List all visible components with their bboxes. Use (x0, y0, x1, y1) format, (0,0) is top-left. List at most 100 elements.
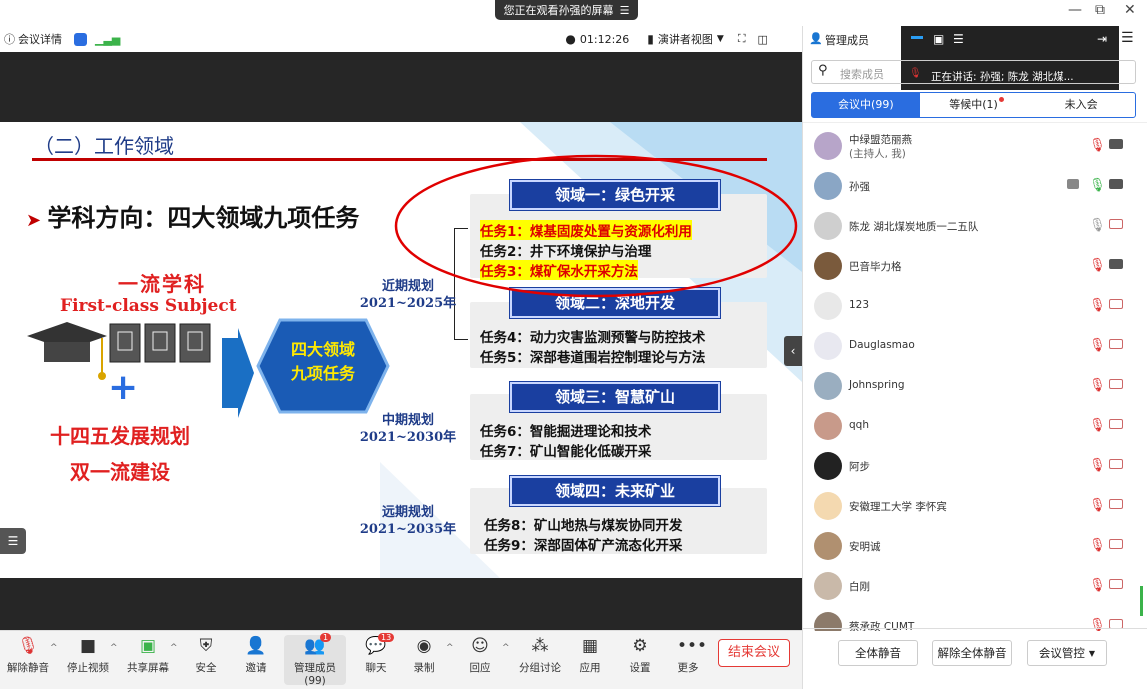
avatar (814, 292, 842, 320)
camera-off-icon[interactable] (1109, 379, 1123, 389)
manage-members-button[interactable]: 👥 管理成员(99) (284, 635, 346, 687)
chevron-up-icon[interactable]: ^ (170, 643, 178, 653)
window-icon[interactable]: ▣ (933, 32, 944, 46)
video-icon: ■ (79, 636, 97, 656)
chevron-down-icon[interactable]: ▼ (717, 34, 724, 44)
restore-button[interactable]: ⧉ (1095, 2, 1105, 18)
meeting-control-button[interactable]: 会议管控 ▼ (1027, 640, 1107, 666)
mic-muted-icon[interactable]: 🎙 (1089, 458, 1106, 473)
waiting-dot (998, 97, 1004, 102)
member-name: 中绿盟范丽燕 (849, 134, 912, 146)
mic-muted-icon[interactable]: 🎙 (1089, 378, 1106, 393)
mic-muted-icon[interactable]: 🎙 (1089, 138, 1106, 153)
tab-not-joined[interactable]: 未入会 (1027, 93, 1135, 117)
mute-all-button[interactable]: 全体静音 (838, 640, 918, 666)
signal-icon[interactable]: ▁▃▅ (95, 33, 120, 46)
member-row[interactable]: qqh 🎙 (803, 406, 1138, 446)
search-placeholder: 搜索成员 (840, 68, 884, 81)
member-row[interactable]: 巴音毕力格 🎙 (803, 246, 1138, 286)
breakout-button[interactable]: ⁂ 分组讨论 (512, 635, 568, 675)
breakout-icon: ⁂ (531, 636, 549, 656)
camera-off-icon[interactable] (1109, 219, 1123, 229)
mic-muted-icon[interactable]: 🎙 (1089, 618, 1106, 631)
menu-icon[interactable]: ☰ (620, 4, 630, 17)
mic-icon[interactable]: 🎙 (1089, 178, 1106, 193)
view-selector[interactable]: 演讲者视图 (658, 31, 713, 47)
chevron-up-icon[interactable]: ^ (502, 643, 510, 653)
divider (803, 628, 1147, 629)
camera-icon[interactable] (1109, 259, 1123, 269)
camera-off-icon[interactable] (1109, 499, 1123, 509)
chevron-up-icon[interactable]: ^ (50, 643, 58, 653)
member-row[interactable]: 安明诚 🎙 (803, 526, 1138, 566)
mic-muted-icon[interactable]: 🎙 (1089, 338, 1106, 353)
member-search-input[interactable]: ⚲ 搜索成员 (811, 60, 1136, 84)
member-row[interactable]: 白刚 🎙 (803, 566, 1138, 606)
scrollbar[interactable] (1140, 586, 1143, 616)
camera-off-icon[interactable] (1109, 339, 1123, 349)
member-row[interactable]: 123 🎙 (803, 286, 1138, 326)
sidebar-toggle-icon[interactable]: ◫ (758, 33, 768, 46)
stop-video-button[interactable]: ■ 停止视频 (60, 635, 116, 675)
collapse-arrow-icon[interactable]: ‹ (784, 336, 802, 366)
camera-off-icon[interactable] (1109, 419, 1123, 429)
unmute-button[interactable]: 🎙 解除静音 (0, 635, 56, 675)
avatar (814, 372, 842, 400)
camera-icon[interactable] (1109, 179, 1123, 189)
member-row[interactable]: 安徽理工大学 李怀宾 🎙 (803, 486, 1138, 526)
record-button[interactable]: ◉ 录制 (396, 635, 452, 675)
mic-muted-icon[interactable]: 🎙 (1089, 418, 1106, 433)
mic-icon[interactable]: 🎙 (1089, 218, 1106, 233)
list-toggle-icon[interactable]: ☰ (0, 528, 26, 554)
member-name: Johnspring (849, 379, 905, 391)
member-row[interactable]: 陈龙 湖北煤炭地质一二五队 🎙 (803, 206, 1138, 246)
speaker-view-icon: ▮ (647, 32, 654, 46)
shield-check-icon[interactable] (74, 32, 87, 46)
tab-waiting[interactable]: 等候中(1) (920, 93, 1028, 117)
divider (803, 122, 1147, 123)
meeting-top-toolbar: ⓘ 会议详情 ▁▃▅ ● 01:12:26 ▮ 演讲者视图 ▼ ⛶ ◫ (0, 26, 802, 52)
mic-muted-icon[interactable]: 🎙 (1089, 298, 1106, 313)
shield-icon: ⛨ (199, 636, 213, 656)
camera-off-icon[interactable] (1109, 539, 1123, 549)
member-row[interactable]: 阿步 🎙 (803, 446, 1138, 486)
mic-muted-icon[interactable]: 🎙 (1089, 258, 1106, 273)
member-row[interactable]: Johnspring 🎙 (803, 366, 1138, 406)
avatar (814, 132, 842, 160)
screen-share-banner[interactable]: 您正在观看孙强的屏幕 ☰ (495, 0, 638, 20)
member-name: 孙强 (849, 181, 870, 193)
member-row[interactable]: 中绿盟范丽燕 (主持人, 我) 🎙 (803, 126, 1138, 166)
camera-icon[interactable] (1109, 139, 1123, 149)
fullscreen-icon[interactable]: ⛶ (738, 32, 746, 46)
share-screen-button[interactable]: ▣ 共享屏幕 (120, 635, 176, 675)
list-icon[interactable]: ☰ (953, 32, 964, 46)
camera-off-icon[interactable] (1109, 579, 1123, 589)
more-button[interactable]: ••• 更多 (660, 635, 716, 675)
camera-off-icon[interactable] (1109, 299, 1123, 309)
minimize-overlay-icon[interactable] (911, 36, 923, 39)
unmute-all-button[interactable]: 解除全体静音 (932, 640, 1012, 666)
close-button[interactable]: ✕ (1124, 2, 1136, 18)
camera-off-icon[interactable] (1109, 459, 1123, 469)
mic-muted-icon[interactable]: 🎙 (1089, 498, 1106, 513)
member-row[interactable]: Dauglasmao 🎙 (803, 326, 1138, 366)
plan-mid: 中期规划 2021~2030年 (359, 413, 457, 445)
end-meeting-button[interactable]: 结束会议 (718, 639, 790, 667)
reaction-button[interactable]: ☺ 回应 (452, 635, 508, 675)
apps-button[interactable]: ▦ 应用 (562, 635, 618, 675)
screen-share-icon (1067, 179, 1079, 189)
avatar (814, 572, 842, 600)
panel-menu-icon[interactable]: ☰ (1121, 30, 1134, 46)
minimize-button[interactable]: — (1068, 2, 1082, 18)
member-row[interactable]: 孙强 🎙 (803, 166, 1138, 206)
chevron-down-icon: ▼ (1088, 648, 1096, 658)
mic-muted-icon[interactable]: 🎙 (1089, 578, 1106, 593)
invite-button[interactable]: 👤 邀请 (228, 635, 284, 675)
meeting-info-link[interactable]: 会议详情 (18, 31, 62, 47)
chevron-up-icon[interactable]: ^ (110, 643, 118, 653)
tab-in-meeting[interactable]: 会议中(99) (812, 93, 920, 117)
avatar (814, 532, 842, 560)
mic-muted-icon[interactable]: 🎙 (1089, 538, 1106, 553)
expand-icon[interactable]: ⇥ (1097, 32, 1107, 46)
security-button[interactable]: ⛨ 安全 (178, 635, 234, 675)
